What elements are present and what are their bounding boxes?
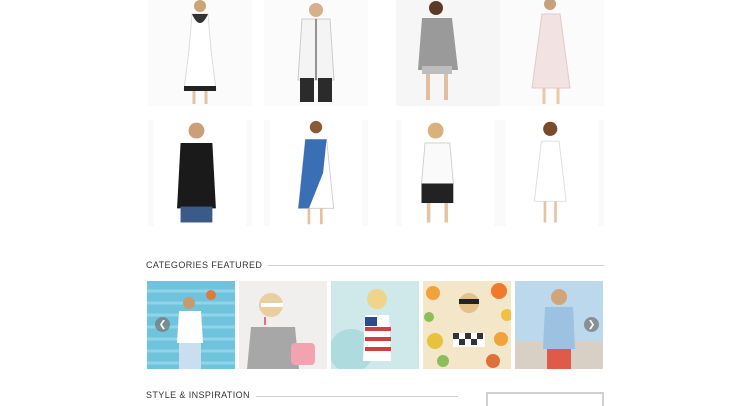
carousel-next-button[interactable]: ❯ [584, 317, 599, 332]
product-card[interactable] [500, 0, 604, 106]
product-image [402, 120, 494, 226]
product-card[interactable] [264, 0, 368, 106]
product-image [154, 120, 246, 226]
product-image [264, 0, 368, 106]
product-card[interactable] [264, 120, 368, 226]
section-title-categories-featured: CATEGORIES FEATURED [146, 260, 269, 270]
product-card[interactable] [396, 120, 500, 226]
chevron-left-icon: ❮ [158, 319, 167, 329]
category-tile[interactable] [423, 281, 511, 369]
product-image [396, 0, 500, 106]
chevron-right-icon: ❯ [587, 319, 596, 329]
category-image [331, 281, 419, 369]
sidebar-widget-box [486, 392, 604, 406]
category-tile[interactable] [331, 281, 419, 369]
product-image [270, 120, 362, 226]
product-card[interactable] [148, 0, 252, 106]
category-tile[interactable] [239, 281, 327, 369]
section-title-style-inspiration: STYLE & INSPIRATION [146, 390, 256, 400]
product-image [506, 120, 598, 226]
product-card[interactable] [396, 0, 500, 106]
product-card[interactable] [500, 120, 604, 226]
category-image [423, 281, 511, 369]
carousel-prev-button[interactable]: ❮ [155, 317, 170, 332]
category-image [239, 281, 327, 369]
product-image [148, 0, 252, 106]
product-card[interactable] [148, 120, 252, 226]
product-image [500, 0, 604, 106]
